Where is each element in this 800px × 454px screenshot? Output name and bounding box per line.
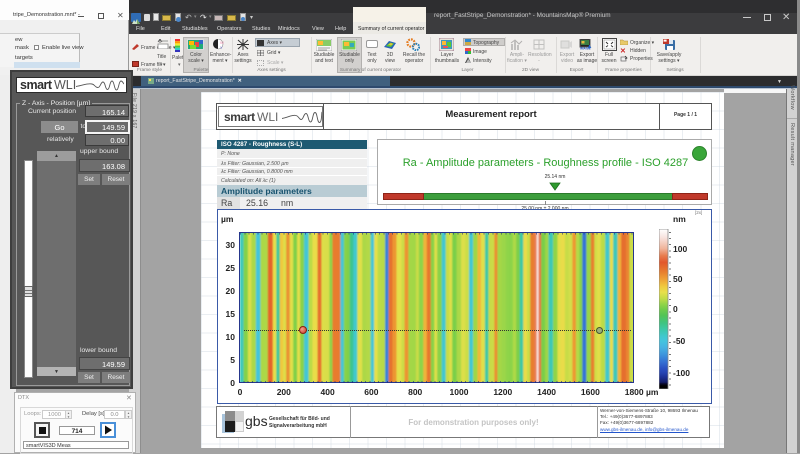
svg-text:IMAGE: IMAGE <box>580 47 590 50</box>
